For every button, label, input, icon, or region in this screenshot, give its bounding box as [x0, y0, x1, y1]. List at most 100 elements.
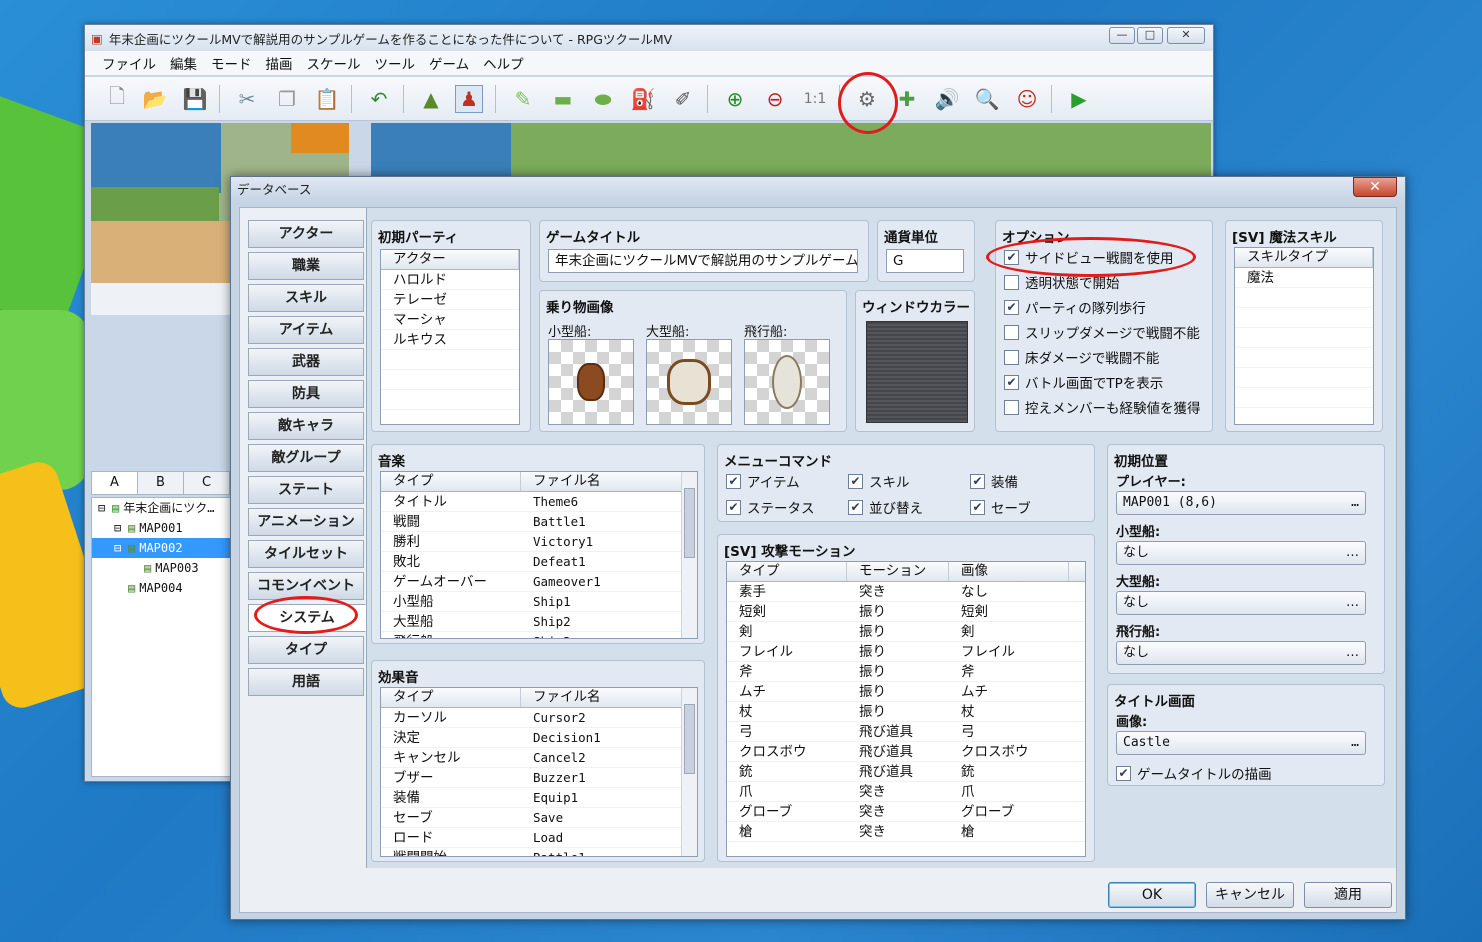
table-row[interactable]: 飛行船Ship3	[381, 632, 697, 638]
menu-game[interactable]: ゲーム	[422, 53, 476, 73]
table-row[interactable]: ブザー Buzzer1	[381, 768, 697, 788]
checkbox-box[interactable]	[1004, 324, 1019, 340]
window-color-swatch[interactable]	[866, 321, 968, 423]
minimize-button[interactable]: —	[1109, 27, 1135, 44]
menu-scale[interactable]: スケール	[300, 53, 368, 73]
list-item[interactable]	[381, 350, 519, 370]
table-row[interactable]: 杖 振り 杖	[727, 702, 1085, 722]
close-window-button[interactable]: ✕	[1167, 27, 1205, 44]
tree-item[interactable]: ⊟ ▤ 年末企画にツク…	[92, 498, 230, 518]
party-list[interactable]: アクター ハロルド テレーゼ マーシャ ルキウス	[380, 249, 520, 425]
fill-icon[interactable]: ⛽	[629, 85, 657, 113]
table-row[interactable]: グローブ 突き グローブ	[727, 802, 1085, 822]
list-item[interactable]: マーシャ	[381, 310, 519, 330]
table-row[interactable]: キャンセル Cancel2	[381, 748, 697, 768]
menu-file[interactable]: ファイル	[95, 53, 163, 73]
checkbox-box[interactable]: ✔	[848, 499, 863, 515]
list-item[interactable]	[1235, 308, 1373, 328]
cut-icon[interactable]: ✂	[233, 85, 261, 113]
table-row[interactable]: 素手 突き なし	[727, 582, 1085, 602]
zoom-out-icon[interactable]: ⊖	[761, 85, 789, 113]
list-item[interactable]: ハロルド	[381, 270, 519, 290]
pencil-icon[interactable]: ✎	[509, 85, 537, 113]
table-row[interactable]: 斧 振り 斧	[727, 662, 1085, 682]
table-row[interactable]: クロスボウ 飛び道具 クロスボウ	[727, 742, 1085, 762]
category-5[interactable]: 防具	[248, 380, 364, 408]
category-3[interactable]: アイテム	[248, 316, 364, 344]
list-item[interactable]	[381, 370, 519, 390]
table-row[interactable]: ロード Load	[381, 828, 697, 848]
category-8[interactable]: ステート	[248, 476, 364, 504]
apply-button[interactable]: 適用	[1304, 882, 1392, 908]
sound-test-icon[interactable]: 🔊	[933, 85, 961, 113]
menu-command-checkbox[interactable]: ✔ ステータス	[726, 497, 815, 517]
new-project-icon[interactable]: 🗋	[103, 84, 131, 113]
maximize-button[interactable]: □	[1137, 27, 1163, 44]
list-item[interactable]	[381, 410, 519, 424]
list-item[interactable]: ルキウス	[381, 330, 519, 350]
music-list[interactable]: タイプ ファイル名 タイトル Theme6 戦闘 Battle1 勝利 Victory1 敗北…	[380, 471, 698, 639]
playtest-icon[interactable]: ▶	[1065, 85, 1093, 113]
table-row[interactable]: 戦闘開始Battle1	[381, 848, 697, 856]
checkbox-box[interactable]: ✔	[726, 473, 741, 489]
table-row[interactable]: 銃 飛び道具 銃	[727, 762, 1085, 782]
map-mode-icon[interactable]: ▲	[417, 85, 445, 113]
scroll-thumb[interactable]	[684, 488, 695, 558]
table-row[interactable]: 決定 Decision1	[381, 728, 697, 748]
category-14[interactable]: 用語	[248, 668, 364, 696]
table-row[interactable]: 短剣 振り 短剣	[727, 602, 1085, 622]
boat-position-select[interactable]: なし…	[1116, 541, 1366, 565]
list-item[interactable]: テレーゼ	[381, 290, 519, 310]
menu-command-checkbox[interactable]: ✔ 並び替え	[848, 497, 923, 517]
menu-help[interactable]: ヘルプ	[476, 53, 531, 73]
zoom-actual-icon[interactable]: 1:1	[801, 85, 829, 113]
checkbox-box[interactable]: ✔	[1116, 765, 1131, 781]
tree-item[interactable]: ▤ MAP003	[92, 558, 230, 578]
tree-expander-icon[interactable]: ⊟	[98, 498, 112, 518]
table-row[interactable]: タイトル Theme6	[381, 492, 697, 512]
category-7[interactable]: 敵グループ	[248, 444, 364, 472]
game-title-input[interactable]: 年末企画にツクールMVで解説用のサンプルゲーム	[548, 249, 858, 273]
save-project-icon[interactable]: 💾	[181, 85, 209, 113]
checkbox-box[interactable]: ✔	[848, 473, 863, 489]
menu-edit[interactable]: 編集	[163, 53, 204, 73]
checkbox-box[interactable]: ✔	[1004, 374, 1019, 390]
option-checkbox[interactable]: スリップダメージで戦闘不能	[1004, 322, 1200, 342]
ship-image[interactable]	[646, 339, 732, 425]
table-row[interactable]: 勝利 Victory1	[381, 532, 697, 552]
menu-command-checkbox[interactable]: ✔ アイテム	[726, 471, 800, 491]
tree-item[interactable]: ⊟ ▤ MAP001	[92, 518, 230, 538]
boat-image[interactable]	[548, 339, 634, 425]
list-item[interactable]	[381, 390, 519, 410]
airship-position-select[interactable]: なし…	[1116, 641, 1366, 665]
ok-button[interactable]: OK	[1108, 882, 1196, 908]
tree-item[interactable]: ▤ MAP004	[92, 578, 230, 598]
menu-command-checkbox[interactable]: ✔ 装備	[970, 471, 1018, 491]
option-checkbox[interactable]: 床ダメージで戦闘不能	[1004, 347, 1159, 367]
tab-c[interactable]: C	[184, 472, 230, 494]
category-13[interactable]: タイプ	[248, 636, 364, 664]
checkbox-box[interactable]: ✔	[726, 499, 741, 515]
table-row[interactable]: 弓 飛び道具 弓	[727, 722, 1085, 742]
list-item[interactable]	[1235, 368, 1373, 388]
tree-item[interactable]: ⊟ ▤ MAP002	[92, 538, 230, 558]
table-row[interactable]: 爪 突き 爪	[727, 782, 1085, 802]
paste-icon[interactable]: 📋	[313, 85, 341, 113]
checkbox-box[interactable]	[1004, 399, 1019, 415]
undo-icon[interactable]: ↶	[365, 85, 393, 113]
event-mode-icon[interactable]: ♟	[455, 85, 483, 113]
player-position-select[interactable]: MAP001 (8,6)…	[1116, 491, 1366, 515]
currency-input[interactable]: G	[886, 249, 964, 273]
tab-a[interactable]: A	[92, 472, 138, 494]
list-item[interactable]: 魔法	[1235, 268, 1373, 288]
sound-list[interactable]: タイプ ファイル名 カーソル Cursor2 決定 Decision1 キャンセル Canc…	[380, 687, 698, 857]
open-project-icon[interactable]: 📂	[141, 85, 169, 113]
tab-b[interactable]: B	[138, 472, 184, 494]
magic-skill-list[interactable]: スキルタイプ 魔法	[1234, 247, 1374, 425]
list-item[interactable]	[1235, 388, 1373, 408]
checkbox-box[interactable]	[1004, 349, 1019, 365]
tree-expander-icon[interactable]: ⊟	[114, 538, 128, 558]
music-scrollbar[interactable]	[681, 472, 697, 638]
table-row[interactable]: 小型船 Ship1	[381, 592, 697, 612]
table-row[interactable]: フレイル 振り フレイル	[727, 642, 1085, 662]
